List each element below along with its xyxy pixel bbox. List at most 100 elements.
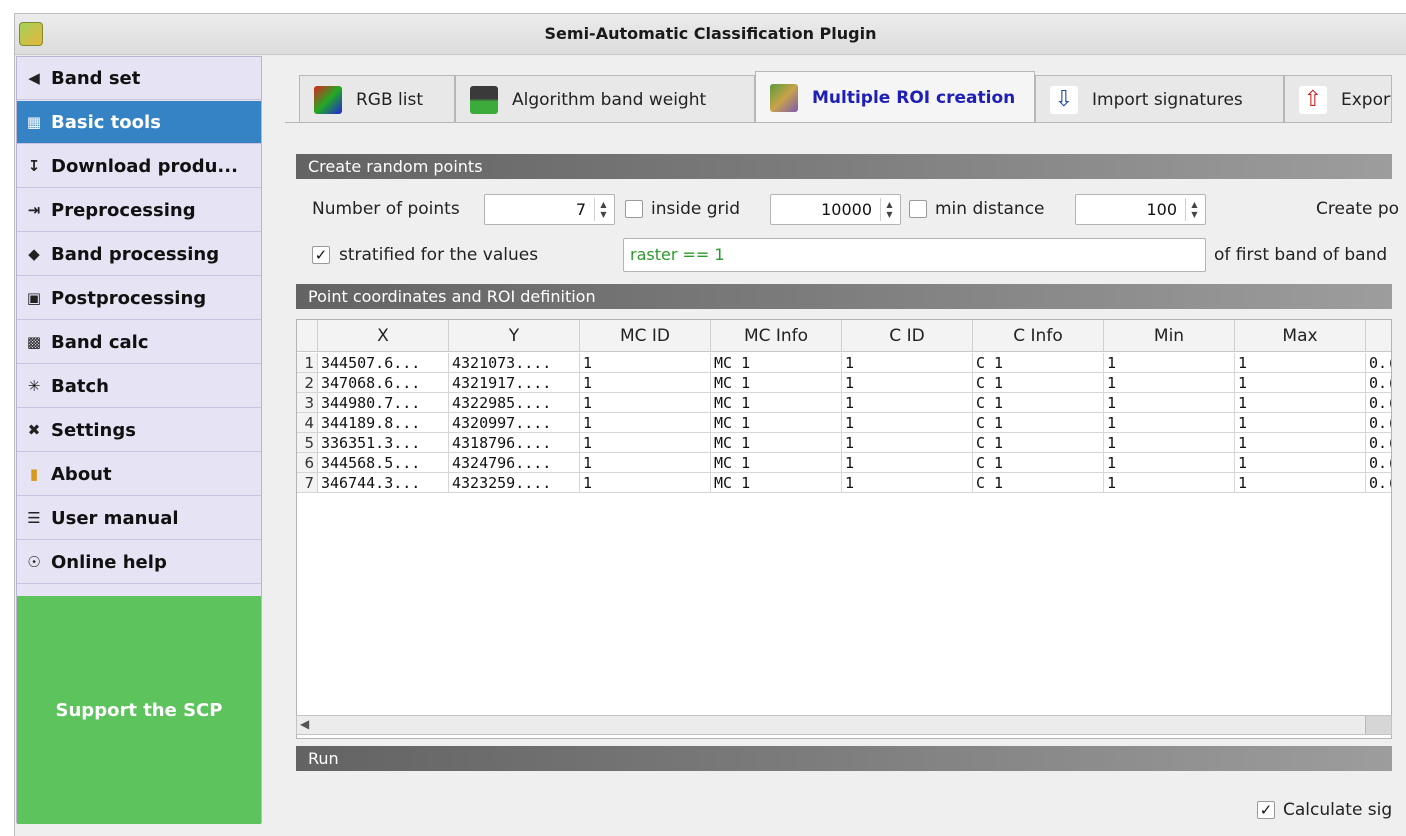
table-cell[interactable]: 346744.3...	[318, 473, 449, 493]
table-cell[interactable]: MC 1	[711, 473, 842, 493]
column-header-min[interactable]: Min	[1104, 320, 1235, 352]
table-cell[interactable]: 1	[842, 373, 973, 393]
table-cell[interactable]: 1	[1235, 433, 1366, 453]
row-number[interactable]: 5	[297, 433, 318, 453]
table-cell[interactable]: C 1	[973, 453, 1104, 473]
tab-algorithm-band-weight[interactable]: Algorithm band weight	[455, 75, 755, 123]
sidebar-item-about[interactable]: ▮ About	[17, 453, 261, 496]
table-cell[interactable]: 1	[842, 413, 973, 433]
table-cell[interactable]: 0.(	[1366, 413, 1391, 433]
sidebar-item-preprocessing[interactable]: ⇥ Preprocessing	[17, 189, 261, 232]
scroll-left-icon[interactable]: ◀	[300, 717, 309, 731]
column-header-extra[interactable]	[1366, 320, 1391, 352]
table-cell[interactable]: 1	[580, 473, 711, 493]
table-cell[interactable]: 1	[1104, 473, 1235, 493]
table-cell[interactable]: 1	[580, 393, 711, 413]
table-cell[interactable]: 344568.5...	[318, 453, 449, 473]
sidebar-item-band-calc[interactable]: ▩ Band calc	[17, 321, 261, 364]
sidebar-item-basic-tools[interactable]: ▦ Basic tools	[17, 101, 261, 144]
tab-rgb-list[interactable]: RGB list	[299, 75, 455, 123]
spinbox-arrows-icon[interactable]: ▲ ▼	[880, 198, 898, 221]
table-cell[interactable]: 1	[842, 393, 973, 413]
table-cell[interactable]: C 1	[973, 473, 1104, 493]
inside-grid-checkbox[interactable]	[625, 200, 643, 218]
row-number[interactable]: 6	[297, 453, 318, 473]
table-cell[interactable]: 1	[842, 433, 973, 453]
min-distance-checkbox[interactable]	[909, 200, 927, 218]
table-cell[interactable]: 1	[1235, 353, 1366, 373]
table-cell[interactable]: 1	[842, 453, 973, 473]
table-cell[interactable]: 1	[1235, 473, 1366, 493]
tab-multiple-roi-creation[interactable]: Multiple ROI creation	[755, 71, 1035, 123]
column-header-mc-info[interactable]: MC Info	[711, 320, 842, 352]
table-cell[interactable]: 1	[1235, 393, 1366, 413]
table-cell[interactable]: 1	[1235, 453, 1366, 473]
table-row[interactable]: 3344980.7...4322985....1MC 11C 1110.(	[297, 393, 1391, 413]
support-the-scp-button[interactable]: Support the SCP	[17, 596, 261, 824]
table-cell[interactable]: 1	[1235, 413, 1366, 433]
table-cell[interactable]: C 1	[973, 353, 1104, 373]
table-cell[interactable]: 0.(	[1366, 373, 1391, 393]
row-number[interactable]: 2	[297, 373, 318, 393]
table-cell[interactable]: C 1	[973, 373, 1104, 393]
table-cell[interactable]: 1	[1235, 373, 1366, 393]
table-row[interactable]: 7346744.3...4323259....1MC 11C 1110.(	[297, 473, 1391, 493]
table-row[interactable]: 1344507.6...4321073....1MC 11C 1110.(	[297, 353, 1391, 373]
table-cell[interactable]: 347068.6...	[318, 373, 449, 393]
create-points-button[interactable]: Create po	[1316, 199, 1399, 219]
table-cell[interactable]: 4324796....	[449, 453, 580, 473]
row-number[interactable]: 1	[297, 353, 318, 373]
calculate-signatures-checkbox[interactable]: ✓	[1257, 801, 1275, 819]
row-number[interactable]: 4	[297, 413, 318, 433]
table-cell[interactable]: 344980.7...	[318, 393, 449, 413]
table-row[interactable]: 2347068.6...4321917....1MC 11C 1110.(	[297, 373, 1391, 393]
table-cell[interactable]: 4320997....	[449, 413, 580, 433]
table-cell[interactable]: 1	[842, 473, 973, 493]
table-cell[interactable]: MC 1	[711, 433, 842, 453]
table-cell[interactable]: 1	[1104, 413, 1235, 433]
table-cell[interactable]: MC 1	[711, 353, 842, 373]
number-of-points-spinbox[interactable]: 7 ▲ ▼	[484, 194, 615, 225]
sidebar-item-band-processing[interactable]: ◆ Band processing	[17, 233, 261, 276]
row-number[interactable]: 3	[297, 393, 318, 413]
table-cell[interactable]: 1	[580, 353, 711, 373]
table-cell[interactable]: 344189.8...	[318, 413, 449, 433]
table-cell[interactable]: 1	[580, 433, 711, 453]
table-row[interactable]: 5336351.3...4318796....1MC 11C 1110.(	[297, 433, 1391, 453]
table-cell[interactable]: MC 1	[711, 393, 842, 413]
column-header-c-info[interactable]: C Info	[973, 320, 1104, 352]
table-cell[interactable]: 1	[1104, 433, 1235, 453]
column-header-y[interactable]: Y	[449, 320, 580, 352]
table-cell[interactable]: 0.(	[1366, 453, 1391, 473]
tab-import-signatures[interactable]: ⇩ Import signatures	[1035, 75, 1284, 123]
table-cell[interactable]: C 1	[973, 433, 1104, 453]
table-row[interactable]: 6344568.5...4324796....1MC 11C 1110.(	[297, 453, 1391, 473]
table-cell[interactable]: 1	[1104, 353, 1235, 373]
row-number[interactable]: 7	[297, 473, 318, 493]
table-cell[interactable]: C 1	[973, 393, 1104, 413]
table-cell[interactable]: 4323259....	[449, 473, 580, 493]
table-row[interactable]: 4344189.8...4320997....1MC 11C 1110.(	[297, 413, 1391, 433]
spinbox-arrows-icon[interactable]: ▲ ▼	[594, 198, 612, 221]
stratified-checkbox[interactable]: ✓	[312, 246, 330, 264]
table-cell[interactable]: 336351.3...	[318, 433, 449, 453]
sidebar-item-download[interactable]: ↧ Download produ...	[17, 145, 261, 188]
sidebar-item-user-manual[interactable]: ☰ User manual	[17, 497, 261, 540]
table-cell[interactable]: 4321073....	[449, 353, 580, 373]
table-cell[interactable]: MC 1	[711, 453, 842, 473]
tab-export[interactable]: ⇧ Export	[1284, 75, 1392, 123]
table-cell[interactable]: 4322985....	[449, 393, 580, 413]
table-cell[interactable]: 0.(	[1366, 433, 1391, 453]
min-distance-spinbox[interactable]: 100 ▲ ▼	[1075, 194, 1206, 225]
scrollbar-thumb[interactable]	[1365, 716, 1391, 734]
horizontal-scrollbar[interactable]: ◀	[296, 715, 1392, 735]
sidebar-item-postprocessing[interactable]: ▣ Postprocessing	[17, 277, 261, 320]
spinbox-arrows-icon[interactable]: ▲ ▼	[1185, 198, 1203, 221]
table-cell[interactable]: 0.(	[1366, 393, 1391, 413]
table-cell[interactable]: C 1	[973, 413, 1104, 433]
table-cell[interactable]: 1	[1104, 373, 1235, 393]
table-cell[interactable]: MC 1	[711, 373, 842, 393]
table-cell[interactable]: 4321917....	[449, 373, 580, 393]
sidebar-item-batch[interactable]: ✳ Batch	[17, 365, 261, 408]
table-cell[interactable]: 1	[842, 353, 973, 373]
